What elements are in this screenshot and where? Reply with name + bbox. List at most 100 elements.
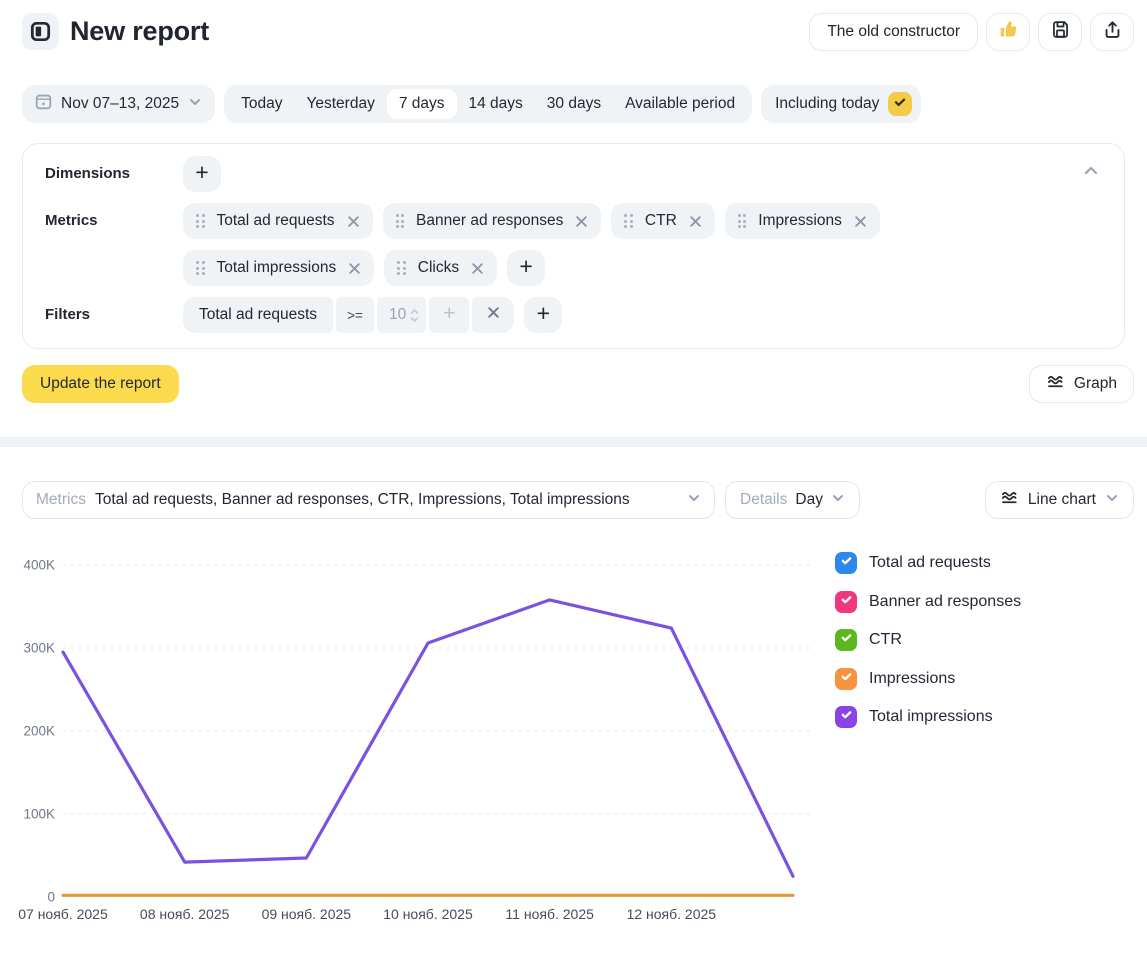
x-axis-label: 12 нояб. 2025 <box>627 906 717 922</box>
metrics-dropdown-value: Total ad requests, Banner ad responses, … <box>95 491 630 509</box>
legend-item-banner-ad-responses[interactable]: Banner ad responses <box>835 591 1021 613</box>
filter-operator[interactable]: >= <box>336 297 374 333</box>
add-filter-button[interactable]: + <box>524 297 562 333</box>
save-button[interactable] <box>1038 13 1082 51</box>
legend-label: CTR <box>869 631 902 649</box>
add-filter-condition-button[interactable]: + <box>429 297 469 333</box>
remove-chip-icon[interactable] <box>471 262 484 275</box>
line-chart-icon <box>1000 488 1019 512</box>
remove-filter-button[interactable] <box>472 297 514 333</box>
chevron-down-icon <box>831 491 845 510</box>
remove-chip-icon[interactable] <box>348 262 361 275</box>
metric-chip-total-ad-requests[interactable]: Total ad requests <box>183 203 373 239</box>
remove-chip-icon[interactable] <box>347 215 360 228</box>
details-dropdown[interactable]: Details Day <box>725 481 860 519</box>
old-constructor-button[interactable]: The old constructor <box>809 13 978 51</box>
legend-label: Total ad requests <box>869 554 991 572</box>
drag-handle-icon[interactable] <box>397 261 406 275</box>
legend-checkbox[interactable] <box>835 706 857 728</box>
legend-item-impressions[interactable]: Impressions <box>835 668 1021 690</box>
filter-value-input[interactable]: 10 <box>377 297 426 333</box>
collapse-panel-button[interactable] <box>1082 162 1100 183</box>
x-axis-label: 09 нояб. 2025 <box>262 906 352 922</box>
y-axis-label: 100K <box>23 807 55 822</box>
metrics-row: Metrics Total ad requests Banner ad respo… <box>45 203 1102 286</box>
y-axis-label: 400K <box>23 558 55 573</box>
period-option-yesterday[interactable]: Yesterday <box>294 89 386 119</box>
legend-item-total-ad-requests[interactable]: Total ad requests <box>835 552 1021 574</box>
x-axis-label: 10 нояб. 2025 <box>383 906 473 922</box>
legend-label: Banner ad responses <box>869 593 1021 611</box>
metric-chip-label: Clicks <box>418 259 459 277</box>
legend-item-ctr[interactable]: CTR <box>835 629 1021 651</box>
date-range-picker[interactable]: Nov 07–13, 2025 <box>22 85 215 123</box>
period-option-30-days[interactable]: 30 days <box>535 89 613 119</box>
report-icon <box>22 13 59 50</box>
filter-value: 10 <box>389 306 406 324</box>
chart-metrics-dropdown[interactable]: Metrics Total ad requests, Banner ad res… <box>22 481 715 519</box>
add-metric-button[interactable]: + <box>507 250 545 286</box>
header: New report <box>22 13 209 50</box>
details-dropdown-value: Day <box>795 491 823 509</box>
chevron-down-icon <box>687 491 701 510</box>
metric-chip-label: Banner ad responses <box>416 212 563 230</box>
remove-chip-icon[interactable] <box>854 215 867 228</box>
series-line-total-impressions <box>63 600 793 876</box>
drag-handle-icon[interactable] <box>196 261 205 275</box>
calendar-icon <box>35 93 52 115</box>
chart-legend: Total ad requests Banner ad responses CTR I… <box>835 552 1021 728</box>
like-button[interactable] <box>986 13 1030 51</box>
metric-chip-label: CTR <box>645 212 677 230</box>
legend-checkbox[interactable] <box>835 668 857 690</box>
remove-chip-icon[interactable] <box>575 215 588 228</box>
share-button[interactable] <box>1090 13 1134 51</box>
period-option-today[interactable]: Today <box>229 89 294 119</box>
period-option-14-days[interactable]: 14 days <box>457 89 535 119</box>
period-selector: TodayYesterday7 days14 days30 daysAvaila… <box>224 85 752 123</box>
drag-handle-icon[interactable] <box>624 214 633 228</box>
check-icon <box>840 593 853 611</box>
page-title: New report <box>70 16 209 47</box>
dimensions-label: Dimensions <box>45 156 183 192</box>
metric-chip-total-impressions[interactable]: Total impressions <box>183 250 374 286</box>
metric-chip-banner-ad-responses[interactable]: Banner ad responses <box>383 203 602 239</box>
legend-label: Impressions <box>869 670 955 688</box>
thumbs-up-icon <box>998 19 1019 45</box>
graph-view-button[interactable]: Graph <box>1029 365 1134 403</box>
period-option-available-period[interactable]: Available period <box>613 89 747 119</box>
drag-handle-icon[interactable] <box>738 214 747 228</box>
section-separator <box>0 437 1147 447</box>
close-icon <box>487 306 500 324</box>
chart-type-value: Line chart <box>1028 491 1096 509</box>
chevron-up-icon <box>1082 168 1100 183</box>
chart-type-dropdown[interactable]: Line chart <box>985 481 1134 519</box>
metric-chip-label: Total ad requests <box>217 212 335 230</box>
metric-chips-line-2: Total impressions Clicks + <box>183 250 880 286</box>
metric-chip-ctr[interactable]: CTR <box>611 203 714 239</box>
legend-checkbox[interactable] <box>835 591 857 613</box>
period-option-7-days[interactable]: 7 days <box>387 89 457 119</box>
filter-field[interactable]: Total ad requests <box>183 297 333 333</box>
metrics-label: Metrics <box>45 203 183 286</box>
metric-chip-impressions[interactable]: Impressions <box>725 203 880 239</box>
chevron-down-icon <box>1105 491 1119 510</box>
metric-chip-clicks[interactable]: Clicks <box>384 250 497 286</box>
details-dropdown-label: Details <box>740 491 787 509</box>
stepper-arrows-icon[interactable] <box>410 308 419 323</box>
including-today-checkbox[interactable] <box>888 92 912 116</box>
check-icon <box>840 554 853 572</box>
chevron-down-icon <box>188 95 202 114</box>
add-dimension-button[interactable]: + <box>183 156 221 192</box>
update-report-button[interactable]: Update the report <box>22 365 179 403</box>
remove-chip-icon[interactable] <box>689 215 702 228</box>
legend-checkbox[interactable] <box>835 552 857 574</box>
check-icon <box>840 708 853 726</box>
including-today-toggle[interactable]: Including today <box>761 85 921 123</box>
period-controls: Nov 07–13, 2025 TodayYesterday7 days14 d… <box>22 85 921 123</box>
check-icon <box>893 95 907 114</box>
legend-checkbox[interactable] <box>835 629 857 651</box>
legend-item-total-impressions[interactable]: Total impressions <box>835 706 1021 728</box>
drag-handle-icon[interactable] <box>396 214 405 228</box>
drag-handle-icon[interactable] <box>196 214 205 228</box>
metric-chips-line-1: Total ad requests Banner ad responses CTR I… <box>183 203 880 239</box>
